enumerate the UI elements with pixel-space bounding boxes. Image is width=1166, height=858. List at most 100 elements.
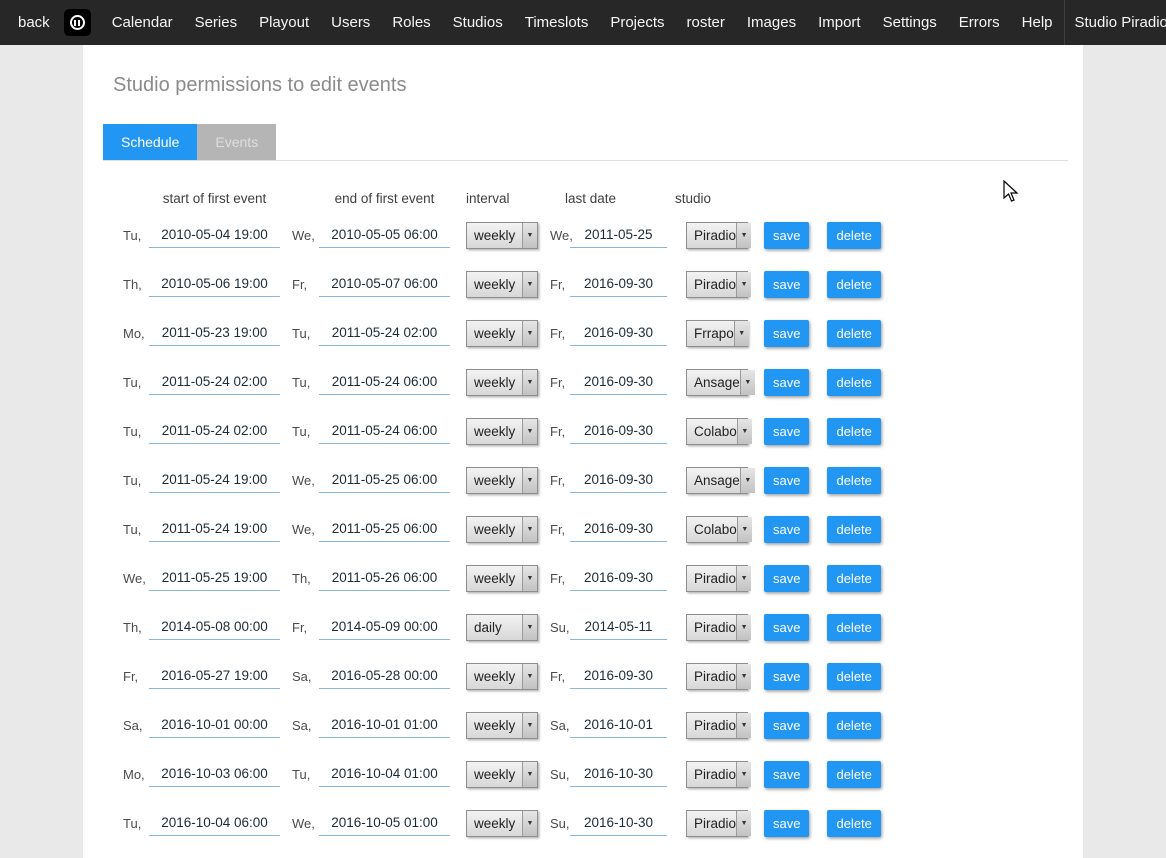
delete-button[interactable]: delete [827, 516, 880, 543]
start-datetime-input[interactable] [149, 370, 280, 395]
end-datetime-input[interactable] [319, 713, 450, 738]
start-datetime-input[interactable] [149, 615, 280, 640]
last-date-input[interactable] [570, 468, 667, 493]
start-datetime-input[interactable] [149, 468, 280, 493]
save-button[interactable]: save [764, 761, 809, 788]
logo-icon[interactable] [64, 9, 91, 36]
nav-item-playout[interactable]: Playout [248, 14, 320, 31]
start-datetime-input[interactable] [149, 566, 280, 591]
delete-button[interactable]: delete [827, 320, 880, 347]
last-date-input[interactable] [570, 762, 667, 787]
delete-button[interactable]: delete [827, 712, 880, 739]
start-datetime-input[interactable] [149, 272, 280, 297]
interval-select[interactable]: weekly ▼ [466, 712, 538, 739]
end-datetime-input[interactable] [319, 321, 450, 346]
interval-select[interactable]: weekly ▼ [466, 418, 538, 445]
delete-button[interactable]: delete [827, 418, 880, 445]
studio-select[interactable]: Piradio ▼ [686, 565, 748, 592]
save-button[interactable]: save [764, 810, 809, 837]
studio-dropdown[interactable]: Studio Piradio ▼ [1064, 0, 1166, 45]
save-button[interactable]: save [764, 663, 809, 690]
delete-button[interactable]: delete [827, 222, 880, 249]
studio-select[interactable]: Frrapo ▼ [686, 320, 748, 347]
save-button[interactable]: save [764, 369, 809, 396]
studio-select[interactable]: Piradio ▼ [686, 614, 748, 641]
last-date-input[interactable] [570, 419, 667, 444]
start-datetime-input[interactable] [149, 223, 280, 248]
end-datetime-input[interactable] [319, 468, 450, 493]
save-button[interactable]: save [764, 222, 809, 249]
interval-select[interactable]: weekly ▼ [466, 320, 538, 347]
end-datetime-input[interactable] [319, 223, 450, 248]
tab-schedule[interactable]: Schedule [103, 124, 197, 160]
end-datetime-input[interactable] [319, 664, 450, 689]
studio-select[interactable]: Piradio ▼ [686, 810, 748, 837]
nav-item-errors[interactable]: Errors [948, 14, 1011, 31]
end-datetime-input[interactable] [319, 370, 450, 395]
delete-button[interactable]: delete [827, 810, 880, 837]
interval-select[interactable]: daily ▼ [466, 614, 538, 641]
studio-select[interactable]: Piradio ▼ [686, 761, 748, 788]
delete-button[interactable]: delete [827, 614, 880, 641]
studio-select[interactable]: Piradio ▼ [686, 222, 748, 249]
save-button[interactable]: save [764, 467, 809, 494]
last-date-input[interactable] [570, 566, 667, 591]
nav-item-studios[interactable]: Studios [442, 14, 514, 31]
last-date-input[interactable] [570, 811, 667, 836]
last-date-input[interactable] [570, 615, 667, 640]
interval-select[interactable]: weekly ▼ [466, 761, 538, 788]
nav-item-images[interactable]: Images [736, 14, 807, 31]
start-datetime-input[interactable] [149, 811, 280, 836]
start-datetime-input[interactable] [149, 321, 280, 346]
interval-select[interactable]: weekly ▼ [466, 222, 538, 249]
end-datetime-input[interactable] [319, 272, 450, 297]
nav-item-calendar[interactable]: Calendar [101, 14, 184, 31]
save-button[interactable]: save [764, 565, 809, 592]
nav-item-users[interactable]: Users [320, 14, 381, 31]
studio-select[interactable]: Colabo ▼ [686, 516, 748, 543]
start-datetime-input[interactable] [149, 713, 280, 738]
studio-select[interactable]: Ansage ▼ [686, 467, 748, 494]
last-date-input[interactable] [570, 272, 667, 297]
delete-button[interactable]: delete [827, 467, 880, 494]
nav-item-settings[interactable]: Settings [872, 14, 948, 31]
nav-item-import[interactable]: Import [807, 14, 872, 31]
save-button[interactable]: save [764, 320, 809, 347]
end-datetime-input[interactable] [319, 762, 450, 787]
studio-select[interactable]: Piradio ▼ [686, 712, 748, 739]
nav-item-help[interactable]: Help [1011, 14, 1064, 31]
interval-select[interactable]: weekly ▼ [466, 565, 538, 592]
interval-select[interactable]: weekly ▼ [466, 467, 538, 494]
interval-select[interactable]: weekly ▼ [466, 271, 538, 298]
save-button[interactable]: save [764, 516, 809, 543]
back-link[interactable]: back [18, 14, 50, 31]
end-datetime-input[interactable] [319, 517, 450, 542]
start-datetime-input[interactable] [149, 517, 280, 542]
nav-item-series[interactable]: Series [184, 14, 249, 31]
delete-button[interactable]: delete [827, 761, 880, 788]
last-date-input[interactable] [570, 517, 667, 542]
last-date-input[interactable] [570, 713, 667, 738]
last-date-input[interactable] [570, 370, 667, 395]
studio-select[interactable]: Piradio ▼ [686, 663, 748, 690]
studio-select[interactable]: Colabo ▼ [686, 418, 748, 445]
start-datetime-input[interactable] [149, 664, 280, 689]
nav-item-timeslots[interactable]: Timeslots [514, 14, 600, 31]
last-date-input[interactable] [570, 321, 667, 346]
last-date-input[interactable] [570, 664, 667, 689]
save-button[interactable]: save [764, 271, 809, 298]
end-datetime-input[interactable] [319, 419, 450, 444]
delete-button[interactable]: delete [827, 271, 880, 298]
nav-item-projects[interactable]: Projects [599, 14, 675, 31]
interval-select[interactable]: weekly ▼ [466, 369, 538, 396]
save-button[interactable]: save [764, 418, 809, 445]
end-datetime-input[interactable] [319, 811, 450, 836]
interval-select[interactable]: weekly ▼ [466, 516, 538, 543]
delete-button[interactable]: delete [827, 663, 880, 690]
start-datetime-input[interactable] [149, 762, 280, 787]
start-datetime-input[interactable] [149, 419, 280, 444]
tab-events[interactable]: Events [197, 124, 276, 160]
interval-select[interactable]: weekly ▼ [466, 663, 538, 690]
nav-item-roster[interactable]: roster [676, 14, 736, 31]
last-date-input[interactable] [570, 223, 667, 248]
